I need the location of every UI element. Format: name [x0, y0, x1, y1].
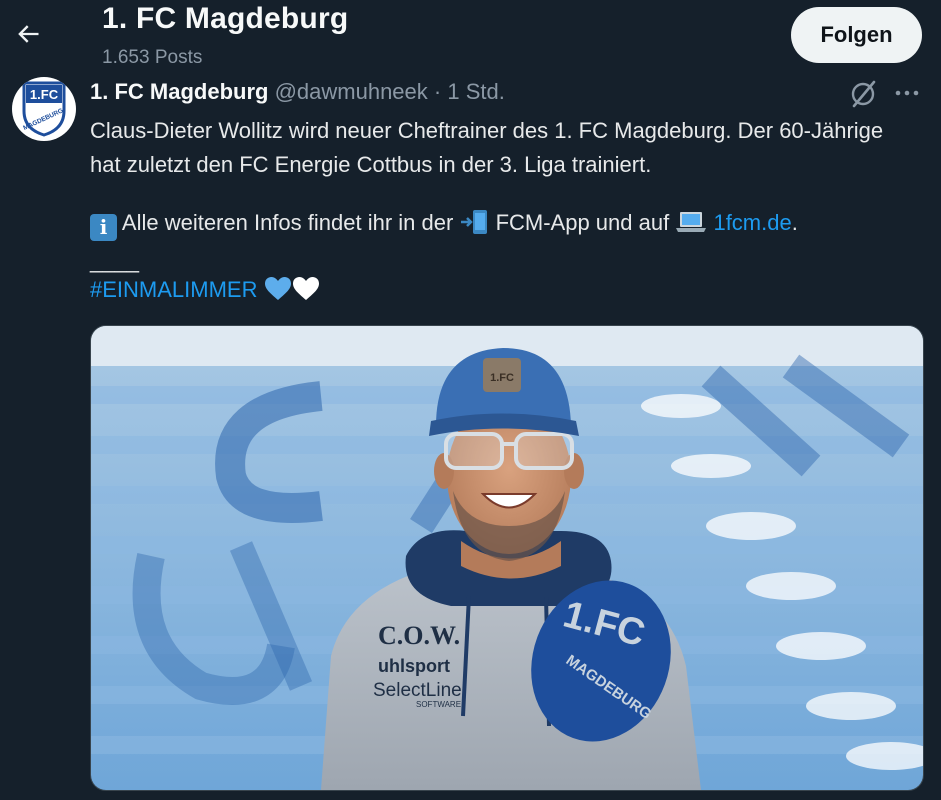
cap-badge-text: 1.FC: [490, 372, 514, 384]
posts-count: 1.653 Posts: [102, 47, 203, 68]
photo-illustration: 1.FC C.O.W. uhlsport SelectLine SOFTWARE…: [91, 326, 923, 790]
tweet-meta: 1. FC Magdeburg @dawmuhneek · 1 Std.: [90, 79, 505, 105]
profile-header: 1. FC Magdeburg 1.653 Posts Folgen: [0, 0, 941, 75]
display-name[interactable]: 1. FC Magdeburg: [90, 79, 268, 104]
website-link[interactable]: 1fcm.de: [713, 210, 791, 235]
white-heart-icon: [292, 277, 319, 300]
club-logo: 1.FC MAGDEBURG: [22, 81, 66, 137]
shirt-brand: uhlsport: [378, 656, 450, 676]
tweet-text-line: Claus-Dieter Wollitz wird neuer Cheftrai…: [90, 118, 884, 177]
shirt-sponsor-sub: SOFTWARE: [416, 700, 461, 709]
back-arrow-icon: [18, 25, 39, 43]
info-emoji-icon: i: [90, 214, 117, 241]
phone-emoji-icon: [461, 210, 488, 234]
avatar[interactable]: 1.FC MAGDEBURG: [12, 77, 76, 141]
svg-text:1.FC: 1.FC: [30, 87, 59, 102]
info-text-2: FCM-App und auf: [495, 210, 670, 235]
hashtag-link[interactable]: #EINMALIMMER: [90, 277, 257, 302]
laptop-emoji-icon: [676, 212, 707, 232]
blue-heart-icon: [264, 277, 291, 300]
info-line: i Alle weiteren Infos findet ihr in der …: [90, 206, 798, 241]
shirt-sponsor: SelectLine: [373, 680, 462, 701]
meta-separator: ·: [433, 79, 442, 104]
hashtag-line: #EINMALIMMER: [90, 273, 320, 307]
user-handle[interactable]: @dawmuhneek: [275, 79, 428, 104]
separator-line: ____: [90, 248, 139, 273]
tweet-text: Claus-Dieter Wollitz wird neuer Cheftrai…: [90, 114, 910, 182]
grok-icon[interactable]: [848, 80, 880, 108]
tweet-time[interactable]: 1 Std.: [447, 79, 504, 104]
shirt-initials: C.O.W.: [378, 621, 460, 650]
info-text: Alle weiteren Infos findet ihr in der: [121, 210, 454, 235]
follow-button[interactable]: Folgen: [791, 7, 922, 63]
page-title: 1. FC Magdeburg: [102, 2, 349, 35]
more-icon[interactable]: [893, 80, 921, 108]
back-button[interactable]: [8, 14, 48, 54]
tweet-photo[interactable]: 1.FC C.O.W. uhlsport SelectLine SOFTWARE…: [90, 325, 924, 791]
link-suffix: .: [791, 210, 798, 235]
